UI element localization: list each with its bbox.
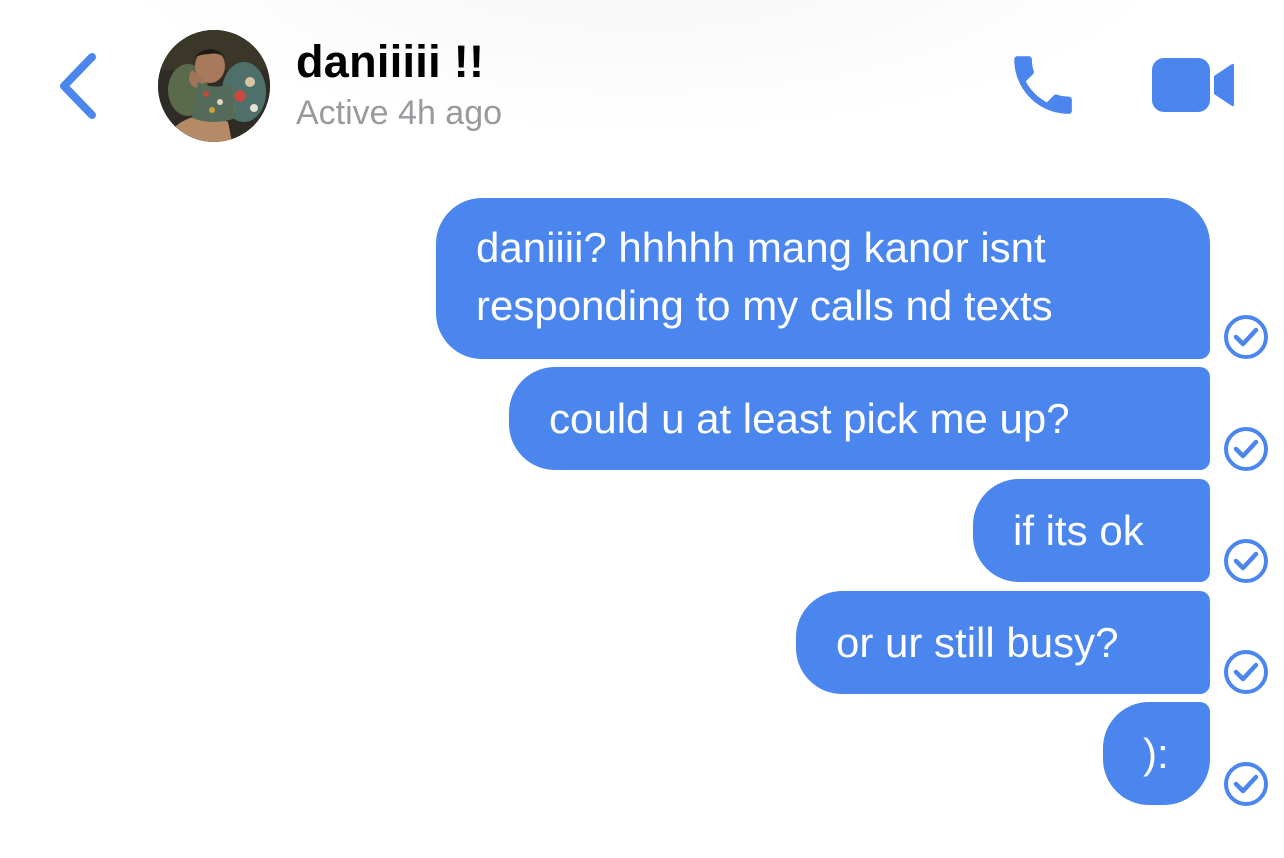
message-bubble[interactable]: daniiii? hhhhh mang kanor isnt respondin… — [436, 198, 1210, 359]
message-text: could u at least pick me up? — [549, 395, 1070, 442]
message-bubble[interactable]: could u at least pick me up? — [509, 367, 1210, 470]
chat-screen: daniiiii !! Active 4h ago daniiii? hhhhh… — [0, 0, 1284, 858]
message-thread: daniiii? hhhhh mang kanor isnt respondin… — [0, 0, 1284, 858]
read-receipt-icon — [1224, 650, 1268, 694]
message-text: daniiii? hhhhh mang kanor isnt — [476, 224, 1046, 271]
message-text: responding to my calls nd texts — [476, 282, 1053, 329]
message-bubble[interactable]: if its ok — [973, 479, 1210, 582]
read-receipt-icon — [1224, 762, 1268, 806]
read-receipt-icon — [1224, 427, 1268, 471]
message-text: ): — [1143, 730, 1169, 777]
message-text: or ur still busy? — [836, 619, 1119, 666]
read-receipt-icon — [1224, 315, 1268, 359]
message-text: if its ok — [1013, 507, 1144, 554]
message-bubble[interactable]: ): — [1103, 702, 1210, 805]
message-bubble[interactable]: or ur still busy? — [796, 591, 1210, 694]
read-receipt-icon — [1224, 539, 1268, 583]
